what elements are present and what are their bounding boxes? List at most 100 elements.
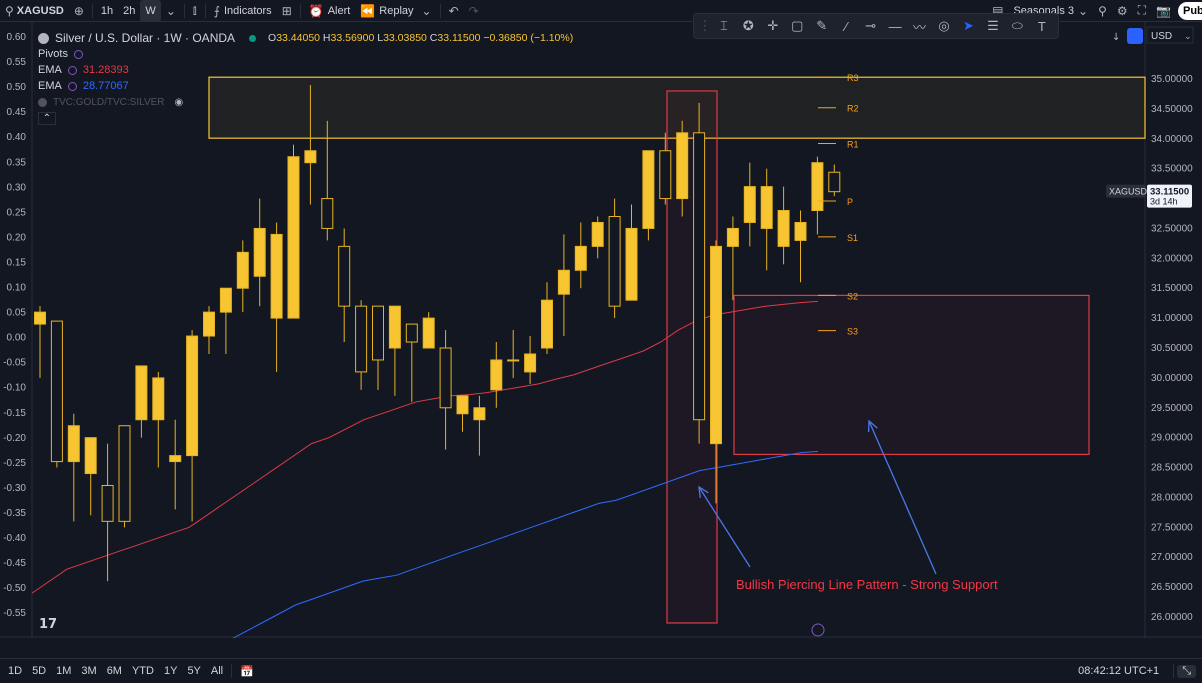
- left-axis-tick-label: -0.30: [3, 483, 26, 494]
- range-5d[interactable]: 5D: [27, 665, 51, 677]
- alert-button[interactable]: ⏰ Alert: [304, 0, 356, 22]
- candle-body: [811, 162, 824, 212]
- cursor-icon[interactable]: ➤: [956, 18, 980, 34]
- settings-button[interactable]: ⚙: [1112, 0, 1133, 22]
- redo-button[interactable]: ↷: [464, 0, 484, 22]
- candle-body: [524, 353, 537, 373]
- horizontal-line-icon[interactable]: —: [883, 19, 907, 34]
- candle-body: [608, 215, 621, 307]
- candle-body: [152, 377, 165, 421]
- left-axis-tick-label: 0.55: [7, 57, 27, 68]
- candle[interactable]: [50, 320, 63, 468]
- range-5y[interactable]: 5Y: [182, 665, 205, 677]
- legend-ema2[interactable]: EMA 28.77067: [38, 78, 573, 94]
- text-cursor-icon[interactable]: ⌶: [712, 18, 736, 34]
- candle-body: [760, 186, 773, 229]
- left-axis-tick-label: 0.15: [7, 257, 27, 268]
- fullscreen-button[interactable]: ⛶: [1133, 0, 1151, 22]
- left-axis-tick-label: -0.15: [3, 408, 26, 419]
- indicator-settings-icon[interactable]: [67, 81, 77, 91]
- candle[interactable]: [118, 425, 131, 528]
- calendar-icon: 📅: [240, 665, 254, 678]
- market-open-icon: [249, 34, 257, 42]
- indicators-button[interactable]: ⨍ Indicators: [209, 0, 277, 22]
- clock[interactable]: 08:42:12 UTC+1: [1073, 665, 1164, 677]
- support-zone[interactable]: [733, 294, 1090, 456]
- chevron-up-icon[interactable]: ⌃: [38, 111, 56, 125]
- templates-icon: ⊞: [281, 3, 292, 18]
- range-1m[interactable]: 1M: [51, 665, 76, 677]
- ema1-value: 31.28393: [82, 64, 129, 76]
- alarm-clock-icon: ⏰: [308, 3, 324, 18]
- divider: [1173, 664, 1175, 678]
- interval-1h[interactable]: 1h: [96, 0, 118, 22]
- rewind-icon: ⏪: [360, 3, 376, 18]
- pattern-annotation[interactable]: Bullish Piercing Line Pattern - Strong S…: [736, 577, 998, 592]
- symbol-tag-label: XAGUSD: [1109, 187, 1148, 197]
- chart-type-button[interactable]: ⫾: [188, 0, 202, 22]
- candle-body: [34, 311, 46, 325]
- range-3m[interactable]: 3M: [76, 665, 101, 677]
- candle-body: [794, 221, 807, 241]
- pivot-label: R3: [847, 73, 859, 83]
- auto-scale-button[interactable]: [1127, 28, 1143, 44]
- candle-body: [710, 245, 722, 445]
- indicators-icon: ⨍: [213, 3, 220, 18]
- panel-toggle-button[interactable]: ⤡: [1177, 664, 1196, 678]
- left-axis-tick-label: 0.50: [7, 82, 27, 93]
- trendline-icon[interactable]: ⁄: [834, 19, 858, 34]
- symbol-search[interactable]: ⚲ XAGUSD: [0, 0, 69, 22]
- undo-icon: ↶: [448, 3, 459, 18]
- candle-body: [253, 227, 266, 277]
- left-axis-tick-label: 0.60: [7, 32, 27, 43]
- legend-ema1[interactable]: EMA 31.28393: [38, 62, 573, 78]
- undo-button[interactable]: ↶: [444, 0, 464, 22]
- circle-icon[interactable]: ◎: [932, 18, 956, 34]
- text-tool-icon[interactable]: T: [1030, 19, 1054, 34]
- pivot-label: R2: [847, 104, 859, 114]
- path-icon[interactable]: 〰: [907, 17, 931, 36]
- indicator-settings-icon[interactable]: [73, 49, 83, 59]
- replay-button[interactable]: ⏪ Replay ⌄: [355, 0, 436, 22]
- brush-icon[interactable]: ✎: [810, 18, 834, 34]
- fib-icon[interactable]: ☰: [981, 18, 1005, 34]
- candle[interactable]: [608, 198, 621, 319]
- candle-body: [541, 299, 553, 349]
- goto-date-button[interactable]: 📅: [235, 665, 259, 678]
- indicator-settings-icon[interactable]: [67, 65, 77, 75]
- pivot-label: R1: [847, 140, 859, 150]
- range-ytd[interactable]: YTD: [127, 665, 159, 677]
- candle[interactable]: [642, 150, 655, 241]
- ema1-label: EMA: [38, 64, 62, 76]
- range-1d[interactable]: 1D: [3, 665, 27, 677]
- publish-button[interactable]: Pub: [1178, 2, 1202, 20]
- legend-collapse[interactable]: ⌃: [38, 110, 573, 126]
- range-all[interactable]: All: [206, 665, 228, 677]
- interval-2h[interactable]: 2h: [118, 0, 140, 22]
- shape-icon[interactable]: ⬭: [1005, 18, 1029, 34]
- add-symbol-button[interactable]: ⊕: [69, 0, 89, 22]
- interval-w[interactable]: W: [140, 0, 161, 22]
- interval-dropdown[interactable]: ⌄: [161, 0, 181, 22]
- crosshair-icon[interactable]: ✛: [761, 18, 785, 34]
- eye-hidden-icon[interactable]: ◉: [175, 97, 184, 108]
- candle-body: [203, 311, 215, 337]
- tradingview-logo-icon: 17: [39, 617, 57, 632]
- rectangle-icon[interactable]: ▢: [785, 18, 809, 34]
- drag-handle-icon[interactable]: ⋮: [698, 18, 712, 34]
- star-icon[interactable]: ✪: [736, 18, 760, 34]
- legend-ratio[interactable]: TVC:GOLD/TVC:SILVER ◉: [38, 94, 573, 110]
- candle[interactable]: [693, 102, 706, 444]
- legend-main[interactable]: Silver / U.S. Dollar · 1W · OANDA O33.44…: [38, 30, 573, 46]
- range-1y[interactable]: 1Y: [159, 665, 182, 677]
- candle[interactable]: [287, 144, 300, 319]
- indicator-templates-button[interactable]: ⊞: [277, 0, 297, 22]
- piercing-pattern-box[interactable]: [666, 90, 718, 624]
- range-6m[interactable]: 6M: [102, 665, 127, 677]
- candle-body: [625, 227, 638, 301]
- candle-body: [372, 305, 384, 361]
- snapshot-button[interactable]: 📷: [1151, 0, 1176, 22]
- quick-search-button[interactable]: ⚲: [1093, 0, 1112, 22]
- legend-pivots[interactable]: Pivots: [38, 46, 573, 62]
- horizontal-ray-icon[interactable]: ⊸: [858, 18, 882, 34]
